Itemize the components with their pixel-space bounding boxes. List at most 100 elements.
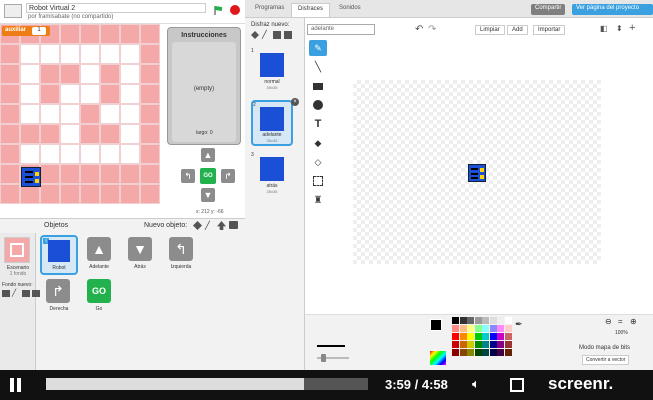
- bg-paint-icon[interactable]: ╱: [12, 290, 20, 297]
- bg-camera-icon[interactable]: [32, 290, 40, 297]
- delete-costume-icon[interactable]: ×: [291, 98, 299, 106]
- color-swatch[interactable]: [489, 325, 497, 332]
- color-swatch[interactable]: [504, 317, 512, 324]
- color-swatch[interactable]: [504, 349, 512, 356]
- color-swatch[interactable]: [504, 341, 512, 348]
- convert-vector-button[interactable]: Convertir a vector: [582, 355, 630, 365]
- color-swatch[interactable]: [474, 325, 482, 332]
- color-swatch[interactable]: [497, 317, 504, 324]
- color-swatch[interactable]: [474, 341, 482, 348]
- color-swatch[interactable]: [467, 349, 474, 356]
- clear-button[interactable]: Limpiar: [475, 25, 505, 35]
- project-page-button[interactable]: Ver página del proyecto: [572, 4, 653, 15]
- color-swatch[interactable]: [474, 333, 482, 340]
- color-swatch[interactable]: [504, 333, 512, 340]
- stroke-slider[interactable]: [317, 354, 349, 362]
- rectangle-tool-icon[interactable]: [309, 78, 327, 94]
- robot-sprite[interactable]: [21, 167, 41, 187]
- color-swatch[interactable]: [489, 349, 497, 356]
- progress-track[interactable]: [46, 378, 368, 390]
- color-swatch[interactable]: [467, 325, 474, 332]
- select-tool-icon[interactable]: [309, 173, 327, 189]
- down-button[interactable]: ▼: [201, 188, 215, 202]
- upload-icon[interactable]: [217, 221, 226, 230]
- sprite-atras[interactable]: ▼ Atrás: [121, 235, 159, 275]
- tab-sounds[interactable]: Sonidos: [333, 3, 367, 17]
- eraser-tool-icon[interactable]: ◇: [309, 154, 327, 170]
- color-swatch[interactable]: [482, 317, 489, 324]
- color-swatch[interactable]: [467, 317, 474, 324]
- go-button[interactable]: GO: [200, 168, 216, 184]
- color-swatch[interactable]: [497, 349, 504, 356]
- sprite-izquierda[interactable]: ↰ Izquierda: [162, 235, 200, 275]
- project-title-input[interactable]: Robot Virtual 2: [26, 3, 206, 13]
- costume-item-3[interactable]: 3 atrás 35x35: [251, 152, 293, 194]
- sprite-robot[interactable]: i Robot: [40, 235, 78, 275]
- color-swatch[interactable]: [482, 325, 489, 332]
- up-button[interactable]: ▲: [201, 148, 215, 162]
- costume-item-2[interactable]: 2 × adelante 35x35: [251, 98, 299, 146]
- costume-paint-icon[interactable]: ╱: [262, 31, 270, 39]
- import-button[interactable]: Importar: [533, 25, 566, 35]
- text-tool-icon[interactable]: T: [309, 116, 327, 132]
- stamp-tool-icon[interactable]: ♜: [309, 192, 327, 208]
- color-swatch[interactable]: [459, 349, 467, 356]
- scene-thumb[interactable]: [4, 237, 30, 263]
- color-palette[interactable]: [452, 317, 512, 367]
- set-center-icon[interactable]: +: [629, 22, 635, 34]
- color-swatch[interactable]: [452, 341, 459, 348]
- color-swatch[interactable]: [452, 317, 459, 324]
- paint-canvas[interactable]: [353, 80, 601, 264]
- flip-horizontal-icon[interactable]: ◧: [600, 24, 608, 33]
- color-swatch[interactable]: [489, 333, 497, 340]
- green-flag-icon[interactable]: [213, 5, 223, 15]
- tab-programs[interactable]: Programas: [249, 3, 290, 17]
- color-swatch[interactable]: [497, 325, 504, 332]
- line-tool-icon[interactable]: ╲: [309, 59, 327, 75]
- costume-library-icon[interactable]: [251, 31, 259, 39]
- bg-upload-icon[interactable]: [22, 290, 30, 297]
- color-swatch[interactable]: [474, 349, 482, 356]
- color-swatch[interactable]: [482, 349, 489, 356]
- color-swatch[interactable]: [482, 333, 489, 340]
- zoom-reset-icon[interactable]: =: [618, 317, 623, 326]
- costume-upload-icon[interactable]: [273, 31, 281, 39]
- add-button[interactable]: Add: [507, 25, 528, 35]
- color-swatch[interactable]: [467, 333, 474, 340]
- color-swatch[interactable]: [459, 317, 467, 324]
- fullscreen-icon[interactable]: [4, 4, 22, 18]
- color-swatch[interactable]: [504, 325, 512, 332]
- color-swatch[interactable]: [497, 341, 504, 348]
- color-swatch[interactable]: [497, 333, 504, 340]
- brush-tool-icon[interactable]: ✎: [309, 40, 327, 56]
- left-button[interactable]: ↰: [181, 169, 195, 183]
- right-button[interactable]: ↱: [221, 169, 235, 183]
- pause-icon[interactable]: [10, 378, 14, 392]
- library-icon[interactable]: [193, 221, 202, 230]
- stage[interactable]: auxiliar 1 Instrucciones (empty) largo: …: [0, 24, 245, 209]
- zoom-out-icon[interactable]: ⊖: [605, 317, 612, 326]
- color-swatch[interactable]: [489, 341, 497, 348]
- color-swatch[interactable]: [452, 349, 459, 356]
- share-button[interactable]: Compartir: [531, 4, 566, 15]
- stop-icon[interactable]: [230, 5, 240, 15]
- stroke-slider-handle[interactable]: [321, 354, 326, 362]
- color-swatch[interactable]: [452, 325, 459, 332]
- color-swatch[interactable]: [452, 333, 459, 340]
- camera-icon[interactable]: [229, 221, 238, 229]
- eyedropper-icon[interactable]: ✒: [515, 319, 523, 330]
- zoom-in-icon[interactable]: ⊕: [630, 317, 637, 326]
- fullscreen-player-icon[interactable]: [510, 378, 524, 392]
- undo-icon[interactable]: ↶: [415, 24, 423, 35]
- fill-tool-icon[interactable]: ◆: [309, 135, 327, 151]
- redo-icon[interactable]: ↷: [428, 24, 436, 35]
- ellipse-tool-icon[interactable]: [309, 97, 327, 113]
- primary-color[interactable]: [430, 319, 442, 331]
- color-swatch[interactable]: [489, 317, 497, 324]
- costume-name-input[interactable]: adelante: [307, 24, 375, 35]
- sprite-derecha[interactable]: ↱ Derecha: [40, 277, 78, 317]
- bg-library-icon[interactable]: [2, 290, 10, 297]
- color-swatch[interactable]: [459, 325, 467, 332]
- color-swatch[interactable]: [459, 341, 467, 348]
- flip-vertical-icon[interactable]: ⬍: [616, 24, 623, 33]
